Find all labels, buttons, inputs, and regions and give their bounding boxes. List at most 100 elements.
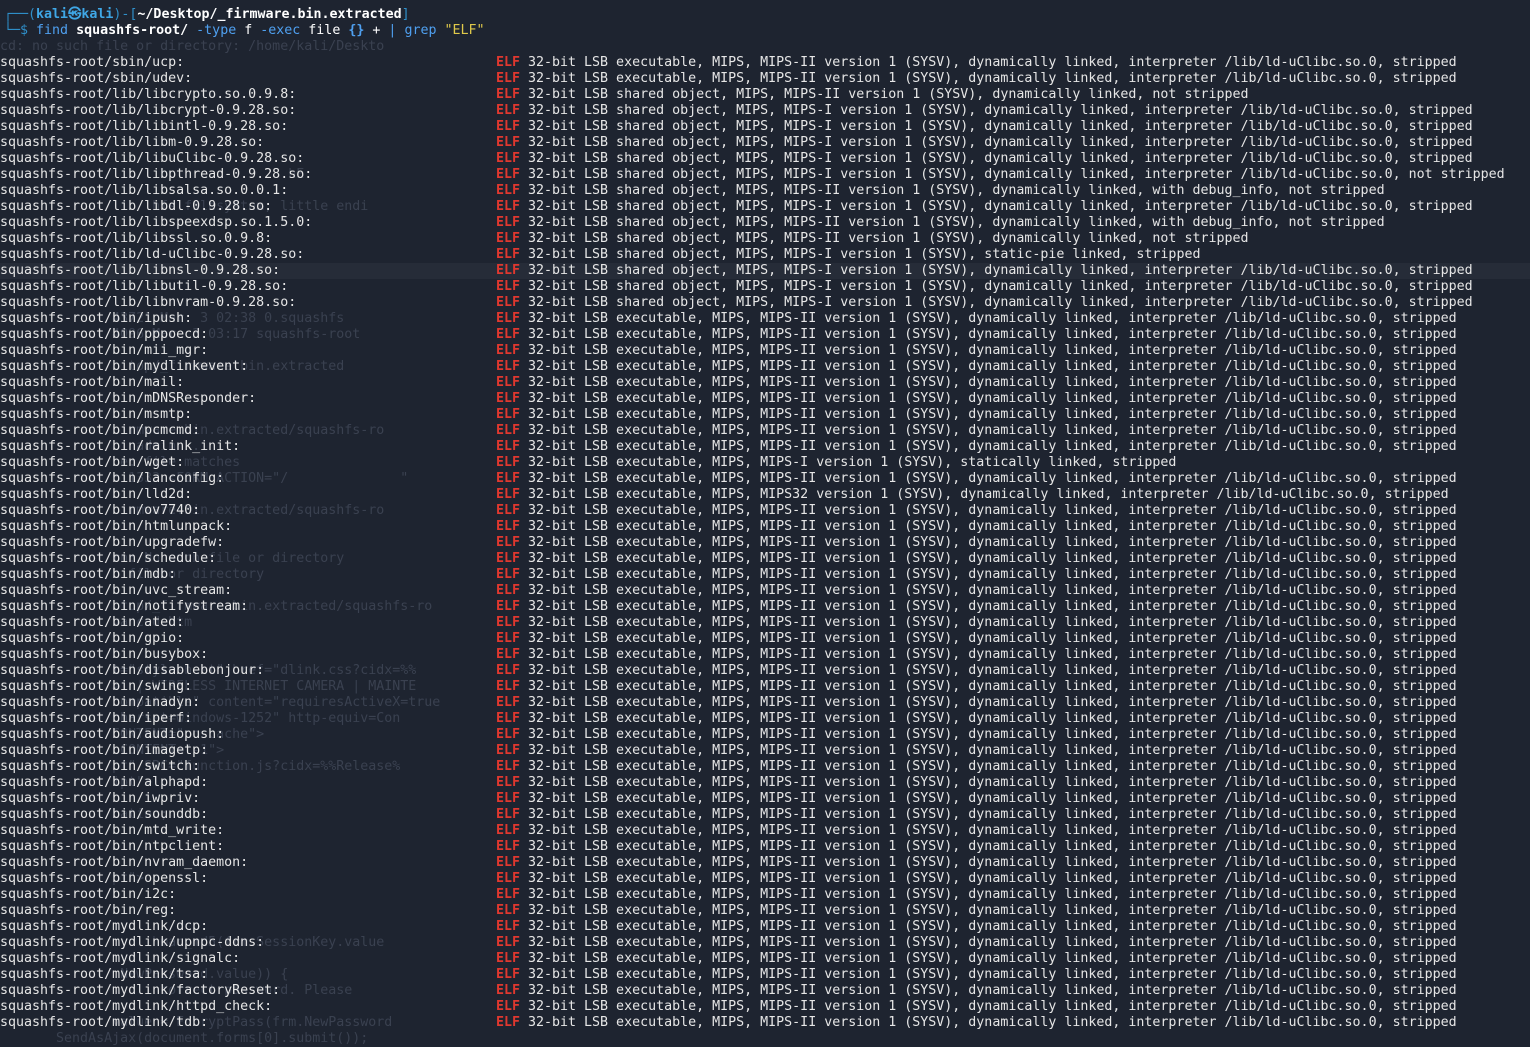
elf-match-tag: ELF (496, 663, 521, 678)
output-row: squashfs-root/bin/notifystream: ELF 32-bit… (0, 599, 1530, 615)
elf-match-tag: ELF (496, 391, 521, 406)
elf-match-tag: ELF (496, 119, 521, 134)
file-path: squashfs-root/lib/libcrypto.so.0.9.8: (0, 87, 297, 102)
file-description: 32-bit LSB executable, MIPS, MIPS-II ver… (528, 743, 1457, 758)
elf-match-tag: ELF (496, 183, 521, 198)
elf-match-tag: ELF (496, 871, 521, 886)
file-description: 32-bit LSB shared object, MIPS, MIPS-II … (528, 231, 1249, 246)
file-path: squashfs-root/lib/ld-uClibc-0.9.28.so: (0, 247, 305, 262)
file-path: squashfs-root/bin/ntpclient: (0, 839, 225, 854)
file-description: 32-bit LSB executable, MIPS, MIPS-II ver… (528, 631, 1457, 646)
command-braces: {} (348, 23, 365, 38)
output-row: squashfs-root/lib/libm-0.9.28.so: ELF 32-b… (0, 135, 1530, 151)
output-row: squashfs-root/lib/libpthread-0.9.28.so: E… (0, 167, 1530, 183)
file-description: 32-bit LSB shared object, MIPS, MIPS-II … (528, 183, 1385, 198)
file-path: squashfs-root/bin/alphapd: (0, 775, 209, 790)
file-description: 32-bit LSB executable, MIPS, MIPS-II ver… (528, 871, 1457, 886)
elf-match-tag: ELF (496, 151, 521, 166)
elf-match-tag: ELF (496, 855, 521, 870)
elf-match-tag: ELF (496, 343, 521, 358)
elf-match-tag: ELF (496, 215, 521, 230)
output-row: squashfs-root/bin/schedule: ELF 32-bit LSB… (0, 551, 1530, 567)
output-row: squashfs-root/lib/ld-uClibc-0.9.28.so: EL… (0, 247, 1530, 263)
elf-match-tag: ELF (496, 231, 521, 246)
file-description: 32-bit LSB executable, MIPS, MIPS-II ver… (528, 407, 1457, 422)
file-path: squashfs-root/bin/mtd_write: (0, 823, 225, 838)
elf-match-tag: ELF (496, 407, 521, 422)
prompt-host: kali (81, 7, 114, 22)
elf-match-tag: ELF (496, 535, 521, 550)
terminal-window[interactable]: cd: no such file or directory: /home/kal… (0, 0, 1530, 1047)
elf-match-tag: ELF (496, 359, 521, 374)
output-row: squashfs-root/bin/mtd_write: ELF 32-bit LS… (0, 823, 1530, 839)
file-path: squashfs-root/bin/switch: (0, 759, 201, 774)
file-description: 32-bit LSB executable, MIPS, MIPS-II ver… (528, 951, 1457, 966)
file-description: 32-bit LSB executable, MIPS, MIPS-II ver… (528, 999, 1457, 1014)
elf-match-tag: ELF (496, 263, 521, 278)
output-row: squashfs-root/bin/mDNSResponder: ELF 32-bi… (0, 391, 1530, 407)
output-row: squashfs-root/bin/reg: ELF 32-bit LSB exec… (0, 903, 1530, 919)
file-description: 32-bit LSB shared object, MIPS, MIPS-II … (528, 87, 1249, 102)
file-path: squashfs-root/bin/reg: (0, 903, 177, 918)
prompt-frame-mid: )-[ (113, 7, 138, 22)
file-path: squashfs-root/bin/openssl: (0, 871, 209, 886)
elf-match-tag: ELF (496, 599, 521, 614)
file-description: 32-bit LSB shared object, MIPS, MIPS-I v… (528, 119, 1473, 134)
elf-match-tag: ELF (496, 695, 521, 710)
output-row: squashfs-root/bin/busybox: ELF 32-bit LSB … (0, 647, 1530, 663)
file-description: 32-bit LSB executable, MIPS, MIPS-II ver… (528, 887, 1457, 902)
elf-match-tag: ELF (496, 279, 521, 294)
file-description: 32-bit LSB shared object, MIPS, MIPS-I v… (528, 167, 1505, 182)
elf-match-tag: ELF (496, 311, 521, 326)
file-path: squashfs-root/bin/gpio: (0, 631, 185, 646)
file-description: 32-bit LSB shared object, MIPS, MIPS-I v… (528, 247, 1201, 262)
file-path: squashfs-root/sbin/udev: (0, 71, 193, 86)
command-target: squashfs-root/ (76, 23, 189, 38)
file-description: 32-bit LSB executable, MIPS, MIPS-II ver… (528, 903, 1457, 918)
output-row: squashfs-root/bin/iperf: ELF 32-bit LSB ex… (0, 711, 1530, 727)
command-line[interactable]: └─$ find squashfs-root/ -type f -exec fi… (4, 23, 485, 39)
elf-match-tag: ELF (496, 247, 521, 262)
output-row: squashfs-root/bin/audiopush: ELF 32-bit LS… (0, 727, 1530, 743)
file-path: squashfs-root/lib/libdl-0.9.28.so: (0, 199, 273, 214)
output-row: squashfs-root/lib/libssl.so.0.9.8: ELF 32-… (0, 231, 1530, 247)
file-path: squashfs-root/bin/ipush: (0, 311, 193, 326)
output-row: squashfs-root/bin/inadyn: ELF 32-bit LSB e… (0, 695, 1530, 711)
prompt-cwd: ~/Desktop/_firmware.bin.extracted (137, 7, 402, 22)
file-description: 32-bit LSB executable, MIPS, MIPS-II ver… (528, 55, 1457, 70)
file-path: squashfs-root/lib/libm-0.9.28.so: (0, 135, 265, 150)
elf-match-tag: ELF (496, 167, 521, 182)
output-row: squashfs-root/bin/mail: ELF 32-bit LSB exe… (0, 375, 1530, 391)
elf-match-tag: ELF (496, 775, 521, 790)
file-description: 32-bit LSB shared object, MIPS, MIPS-I v… (528, 295, 1473, 310)
elf-match-tag: ELF (496, 727, 521, 742)
output-row: squashfs-root/mydlink/signalc: ELF 32-bit … (0, 951, 1530, 967)
file-description: 32-bit LSB executable, MIPS, MIPS-II ver… (528, 583, 1457, 598)
file-description: 32-bit LSB executable, MIPS, MIPS-II ver… (528, 711, 1457, 726)
prompt-frame-top: ┌──( (4, 7, 37, 22)
file-description: 32-bit LSB shared object, MIPS, MIPS-I v… (528, 199, 1473, 214)
file-path: squashfs-root/bin/mydlinkevent: (0, 359, 249, 374)
elf-match-tag: ELF (496, 983, 521, 998)
file-description: 32-bit LSB executable, MIPS, MIPS-II ver… (528, 663, 1457, 678)
output-row: squashfs-root/bin/lld2d: ELF 32-bit LSB ex… (0, 487, 1530, 503)
elf-match-tag: ELF (496, 439, 521, 454)
elf-match-tag: ELF (496, 679, 521, 694)
output-row: squashfs-root/bin/iwpriv: ELF 32-bit LSB e… (0, 791, 1530, 807)
file-description: 32-bit LSB executable, MIPS, MIPS-II ver… (528, 791, 1457, 806)
file-description: 32-bit LSB executable, MIPS, MIPS-I vers… (528, 455, 1177, 470)
elf-match-tag: ELF (496, 519, 521, 534)
output-row: squashfs-root/bin/disablebonjour: ELF 32-b… (0, 663, 1530, 679)
output-row: squashfs-root/bin/swing: ELF 32-bit LSB ex… (0, 679, 1530, 695)
file-path: squashfs-root/bin/msmtp: (0, 407, 193, 422)
output-row: squashfs-root/bin/ov7740: ELF 32-bit LSB e… (0, 503, 1530, 519)
elf-match-tag: ELF (496, 455, 521, 470)
file-path: squashfs-root/mydlink/tdb: (0, 1015, 209, 1030)
file-description: 32-bit LSB executable, MIPS, MIPS-II ver… (528, 471, 1457, 486)
file-description: 32-bit LSB executable, MIPS, MIPS-II ver… (528, 71, 1457, 86)
file-description: 32-bit LSB executable, MIPS, MIPS-II ver… (528, 343, 1457, 358)
elf-match-tag: ELF (496, 647, 521, 662)
file-path: squashfs-root/bin/iwpriv: (0, 791, 201, 806)
output-row: squashfs-root/lib/libintl-0.9.28.so: ELF 3… (0, 119, 1530, 135)
elf-match-tag: ELF (496, 471, 521, 486)
